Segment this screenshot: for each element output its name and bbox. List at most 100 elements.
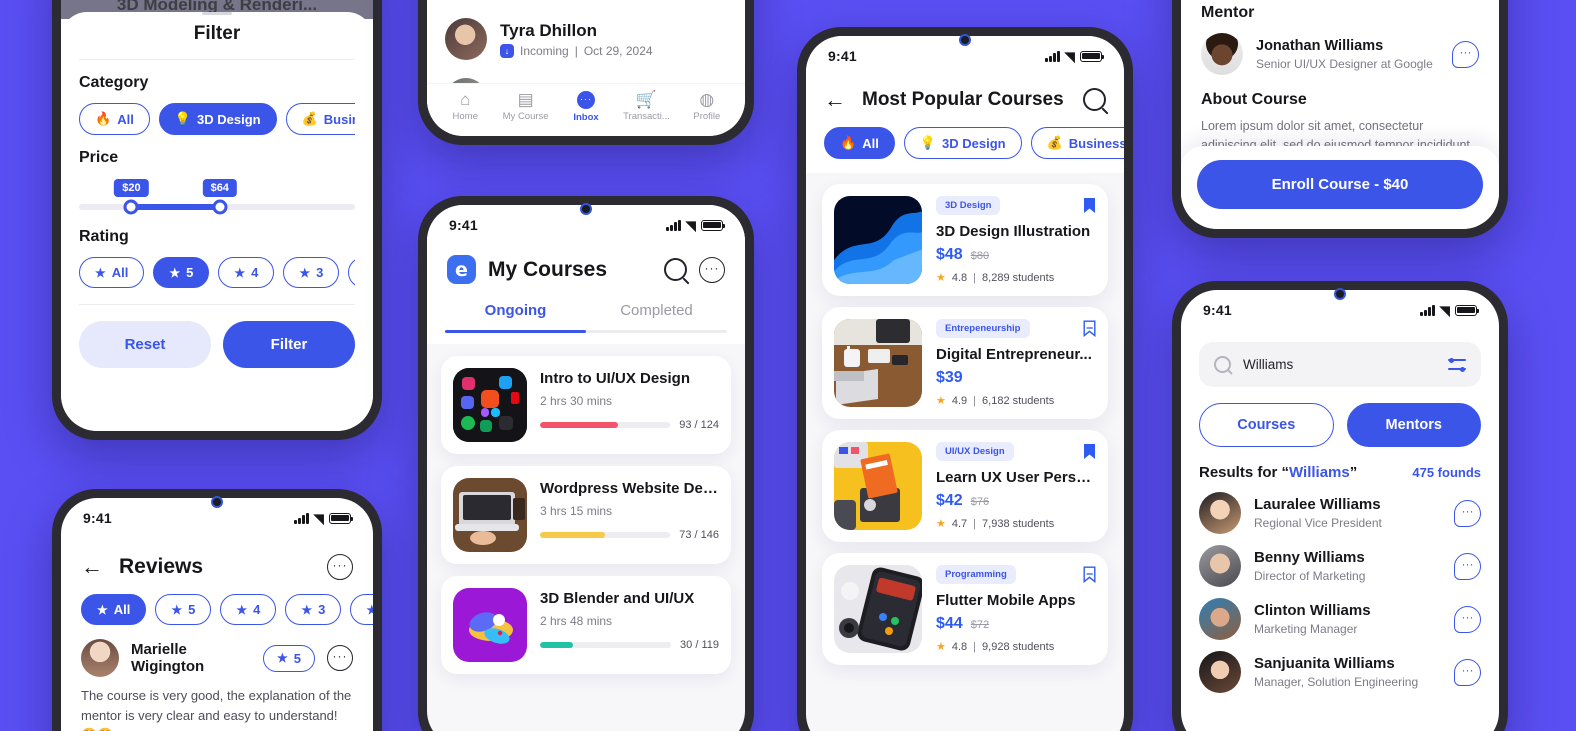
category-label: Category (79, 74, 149, 91)
reviewer-name: Marielle Wigington (131, 641, 205, 675)
more-options-icon[interactable]: ··· (699, 256, 725, 283)
signal-icon (666, 219, 681, 231)
course-card[interactable]: Wordpress Website Dev... 3 hrs 15 mins 7… (441, 466, 731, 564)
course-card[interactable]: Intro to UI/UX Design 2 hrs 30 mins 93 /… (441, 356, 731, 454)
mentor-result-item[interactable]: Lauralee Williams Regional Vice Presiden… (1181, 481, 1499, 534)
message-mentor-icon[interactable]: ··· (1454, 499, 1481, 527)
rating-chip-2[interactable]: ★ 2 (348, 257, 355, 288)
search-icon[interactable] (1083, 88, 1106, 111)
category-chip-business[interactable]: 💰 Business (1030, 127, 1124, 159)
call-meta: ↓ Incoming | Oct 29, 2024 (500, 43, 653, 58)
filter-screen: 3D Modeling & Renderi... Filter Category… (61, 0, 373, 431)
tab-home[interactable]: ⌂ Home (435, 91, 495, 123)
bookmark-filled-icon[interactable] (1083, 443, 1096, 460)
status-time: 9:41 (1203, 302, 1232, 318)
tab-ongoing[interactable]: Ongoing (445, 302, 586, 330)
progress-fill (540, 642, 573, 648)
tab-transaction[interactable]: 🛒 Transacti... (616, 91, 676, 123)
review-rating-value: 5 (293, 650, 301, 666)
popular-course-card[interactable]: Programming Flutter Mobile Apps $44 $72 … (822, 553, 1108, 665)
back-arrow-icon[interactable]: ← (81, 556, 103, 578)
course-rating: 4.7 (951, 517, 968, 530)
badge-row: Programming (936, 565, 1096, 584)
mentor-row[interactable]: Jonathan Williams Senior UI/UX Designer … (1201, 33, 1479, 75)
mentor-name: Sanjuanita Williams (1254, 655, 1395, 672)
tab-inbox[interactable]: ··· Inbox (556, 91, 616, 123)
tab-label: Profile (693, 111, 721, 122)
slider-knob-min[interactable] (123, 199, 139, 215)
bulb-icon: 💡 (919, 135, 936, 150)
call-list-item[interactable]: Tyra Dhillon ↓ Incoming | Oct 29, 2024 (427, 9, 745, 69)
search-icon (1214, 356, 1231, 373)
reset-button[interactable]: Reset (79, 321, 211, 368)
segment-mentors[interactable]: Mentors (1346, 403, 1481, 447)
mentor-result-item[interactable]: Sanjuanita Williams Manager, Solution En… (1181, 640, 1499, 693)
course-name: Intro to UI/UX Design (540, 370, 690, 387)
chip-label: All (113, 602, 131, 617)
category-badge: UI/UX Design (936, 442, 1014, 461)
message-mentor-icon[interactable]: ··· (1454, 605, 1481, 633)
call-separator: | (574, 43, 578, 58)
sheet-grab-handle[interactable] (202, 12, 232, 15)
battery-icon (1080, 50, 1105, 62)
back-arrow-icon[interactable]: ← (824, 88, 846, 111)
price-range-slider[interactable]: $20 $64 (79, 178, 355, 215)
slider-track[interactable] (79, 199, 355, 215)
mentor-result-item[interactable]: Benny Williams Director of Marketing ··· (1181, 534, 1499, 587)
slider-knob-max[interactable] (212, 199, 228, 215)
mentor-name: Benny Williams (1254, 549, 1365, 566)
rating-chip-3[interactable]: ★ 3 (283, 257, 340, 288)
message-mentor-icon[interactable]: ··· (1454, 658, 1481, 686)
review-more-icon[interactable]: ··· (327, 645, 353, 671)
fire-icon: 🔥 (840, 135, 857, 150)
category-chip-all[interactable]: 🔥 All (79, 103, 150, 135)
search-bar[interactable]: Williams (1199, 342, 1481, 387)
mentor-role: Senior UI/UX Designer at Google (1256, 56, 1433, 71)
filter-sheet: Filter Category 🔥 All 💡 3D Design 💰 Busi… (61, 12, 373, 431)
apply-filter-button[interactable]: Filter (223, 321, 355, 368)
segment-courses[interactable]: Courses (1199, 403, 1334, 447)
chip-label: 3 (316, 265, 324, 280)
mentor-result-item[interactable]: Clinton Williams Marketing Manager ··· (1181, 587, 1499, 640)
more-options-icon[interactable]: ··· (327, 554, 353, 580)
course-card[interactable]: 3D Blender and UI/UX 2 hrs 48 mins 30 / … (441, 576, 731, 674)
rating-chip-all[interactable]: ★ All (79, 257, 145, 288)
course-students: 9,928 students (982, 640, 1055, 653)
rating-chip-4[interactable]: ★ 4 (218, 257, 275, 288)
review-chip-5[interactable]: ★ 5 (155, 594, 212, 625)
rating-chip-5[interactable]: ★ 5 (153, 257, 210, 288)
bookmark-outline-icon[interactable] (1083, 566, 1096, 583)
tab-label: Inbox (573, 112, 599, 123)
filter-sliders-icon[interactable] (1448, 357, 1466, 372)
avatar (1199, 598, 1241, 640)
review-chip-all[interactable]: ★ All (81, 594, 147, 625)
category-chip-3d-design[interactable]: 💡 3D Design (158, 103, 277, 135)
tab-completed[interactable]: Completed (586, 302, 727, 330)
category-chip-business[interactable]: 💰 Business (285, 103, 355, 135)
category-chip-3d-design[interactable]: 💡 3D Design (903, 127, 1022, 159)
popular-course-card[interactable]: 3D Design 3D Design Illustration $48 $80… (822, 184, 1108, 296)
bookmark-outline-icon[interactable] (1083, 320, 1096, 337)
enroll-course-button[interactable]: Enroll Course - $40 (1197, 160, 1483, 209)
tab-profile[interactable]: ◍ Profile (677, 91, 737, 123)
popular-course-card[interactable]: Entrepeneurship Digital Entrepreneur... … (822, 307, 1108, 419)
page-title: Most Popular Courses (862, 88, 1064, 110)
mentor-role: Marketing Manager (1254, 622, 1358, 636)
bookmark-filled-icon[interactable] (1083, 197, 1096, 214)
tab-my-course[interactable]: ▤ My Course (495, 91, 555, 123)
message-mentor-icon[interactable]: ··· (1452, 40, 1479, 68)
course-price: $39 (936, 369, 1096, 387)
popular-top: ← Most Popular Courses 🔥 All 💡 3D Design… (806, 66, 1124, 173)
message-mentor-icon[interactable]: ··· (1454, 552, 1481, 580)
star-icon: ★ (95, 265, 106, 280)
phone-filter: 3D Modeling & Renderi... Filter Category… (52, 0, 382, 440)
review-chip-2[interactable]: ★ 2 (350, 594, 373, 625)
phone-reviews: 9:41 ◥ ← Reviews ··· ★ All ★ 5 ★ 4 ★ 3 ★… (52, 489, 382, 731)
popular-course-card[interactable]: UI/UX Design Learn UX User Persona $42 $… (822, 430, 1108, 542)
review-chip-3[interactable]: ★ 3 (285, 594, 342, 625)
category-chip-all[interactable]: 🔥 All (824, 127, 895, 159)
search-icon[interactable] (664, 258, 687, 281)
search-input[interactable]: Williams (1243, 357, 1436, 372)
review-chip-4[interactable]: ★ 4 (220, 594, 277, 625)
mentor-info: Sanjuanita Williams Manager, Solution En… (1254, 655, 1441, 689)
